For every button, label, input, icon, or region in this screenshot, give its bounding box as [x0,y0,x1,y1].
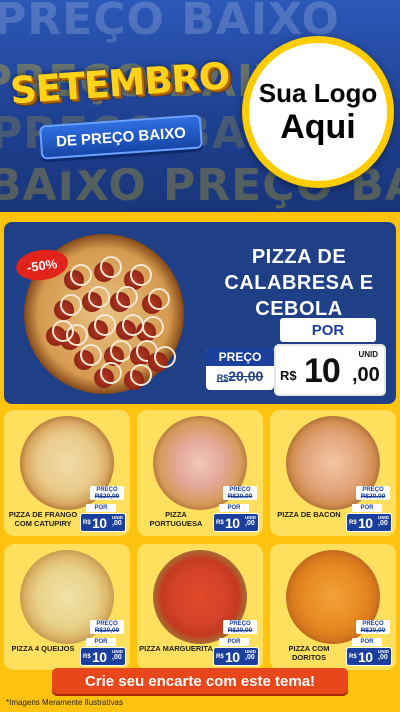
new-price: R$ 10,00 UNID [346,513,392,532]
new-price: R$ 10 ,00 UNID [274,344,386,396]
product-card[interactable]: PIZZA PORTUGUESA PREÇO R$20,00 POR R$ 10,00 UN… [137,410,263,536]
onion-ring [94,314,116,336]
create-flyer-button[interactable]: Crie seu encarte com este tema! [52,668,348,694]
price-block: PREÇO R$20,00 POR R$ 10,00 UNID [213,620,259,666]
new-price: R$ 10,00 UNID [213,513,259,532]
currency: R$ [280,368,297,383]
new-price-label: POR [352,504,382,512]
background-text: PREÇO BAIXO [0,0,340,45]
onion-ring [122,314,144,336]
old-price: R$20,00 [227,493,253,500]
product-card[interactable]: PIZZA 4 QUEIJOS PREÇO R$20,00 POR R$ 10,00 UNI… [4,544,130,670]
new-price: R$ 10,00 UNID [346,647,392,666]
new-price-label: POR [86,638,116,646]
price-integer: 10 [304,352,341,390]
logo-placeholder[interactable]: Sua Logo Aqui [242,36,394,188]
onion-ring [52,320,74,342]
onion-ring [130,364,152,386]
old-price-tag: PREÇO R$20,00 [90,486,124,500]
new-price-label: POR [352,638,382,646]
product-card[interactable]: PIZZA MARGUERITA PREÇO R$20,00 POR R$ 10,00 UN… [137,544,263,670]
unit-label: UNID [358,350,378,359]
product-name: PIZZA COM DORITOS [288,644,330,662]
price-decimal: ,00 [352,364,380,386]
new-price-label: POR [280,318,376,342]
title-main: SETEMBRO [8,54,231,113]
old-price: R$20,00 [360,493,386,500]
onion-ring [100,256,122,278]
onion-ring [154,346,176,368]
onion-ring [88,286,110,308]
new-price-label: POR [219,504,249,512]
old-price: R$20,00 [94,627,120,634]
old-price-tag: PREÇO R$20,00 [223,620,257,634]
old-price-tag: PREÇO R$20,00 [356,486,390,500]
onion-ring [130,264,152,286]
onion-ring [148,288,170,310]
price-block: PREÇO R$20,00 POR R$ 10,00 UNID [80,486,126,532]
onion-ring [80,344,102,366]
old-price-label: PREÇO [206,348,274,366]
old-price-tag: PREÇO R$20,00 [90,620,124,634]
price-block: PREÇO R$20,00 POR R$ 10,00 UNID [346,620,392,666]
logo-text-line1: Sua Logo [258,78,378,108]
new-price: R$ 10,00 UNID [80,647,126,666]
logo-text-line2: Aqui [280,108,356,146]
product-card[interactable]: PIZZA COM DORITOS PREÇO R$20,00 POR R$ 10,00 U… [270,544,396,670]
disclaimer: *Imagens Meramente Ilustrativas [6,698,123,707]
price-block: PREÇO R$20,00 POR R$ 10,00 UNID [346,486,392,532]
onion-ring [100,362,122,384]
old-price: R$20,00 [360,627,386,634]
old-price: R$20,00 [216,368,264,384]
new-price-label: POR [219,638,249,646]
featured-offer[interactable]: -50% PIZZA DE CALABRESA E CEBOLA PREÇO R… [4,222,396,404]
product-name: PIZZA DE FRANGO COM CATUPIRY [8,510,78,528]
onion-ring [116,286,138,308]
old-price: R$20,00 [227,627,253,634]
new-price: R$ 10,00 UNID [213,647,259,666]
product-name: PIZZA MARGUERITA [139,644,213,653]
product-name: PIZZA DE BACON [277,510,341,519]
onion-ring [142,316,164,338]
price-block: PREÇO R$20,00 POR R$ 10,00 UNID [213,486,259,532]
onion-ring [110,340,132,362]
onion-ring [70,264,92,286]
featured-price-block: PREÇO R$20,00 POR R$ 10 ,00 UNID [200,318,390,398]
product-grid: PIZZA DE FRANGO COM CATUPIRY PREÇO R$20,00… [4,410,396,674]
offers-area: -50% PIZZA DE CALABRESA E CEBOLA PREÇO R… [0,212,400,712]
new-price: R$ 10,00 UNID [80,513,126,532]
featured-product-name: PIZZA DE CALABRESA E CEBOLA [224,246,374,320]
campaign-title: SETEMBRO DE PREÇO BAIXO [8,44,231,184]
product-card[interactable]: PIZZA DE FRANGO COM CATUPIRY PREÇO R$20,00… [4,410,130,536]
product-name: PIZZA PORTUGUESA [149,510,203,528]
product-card[interactable]: PIZZA DE BACON PREÇO R$20,00 POR R$ 10,00 UNID [270,410,396,536]
old-price-tag: PREÇO R$20,00 [223,486,257,500]
new-price-label: POR [86,504,116,512]
product-name: PIZZA 4 QUEIJOS [11,644,75,653]
price-block: PREÇO R$20,00 POR R$ 10,00 UNID [80,620,126,666]
onion-ring [60,294,82,316]
old-price-tag: PREÇO R$20,00 [356,620,390,634]
old-price: R$20,00 [94,493,120,500]
header-banner: PREÇO BAIXO PREÇO BAIXO PREÇO BAIXO BAIX… [0,0,400,212]
